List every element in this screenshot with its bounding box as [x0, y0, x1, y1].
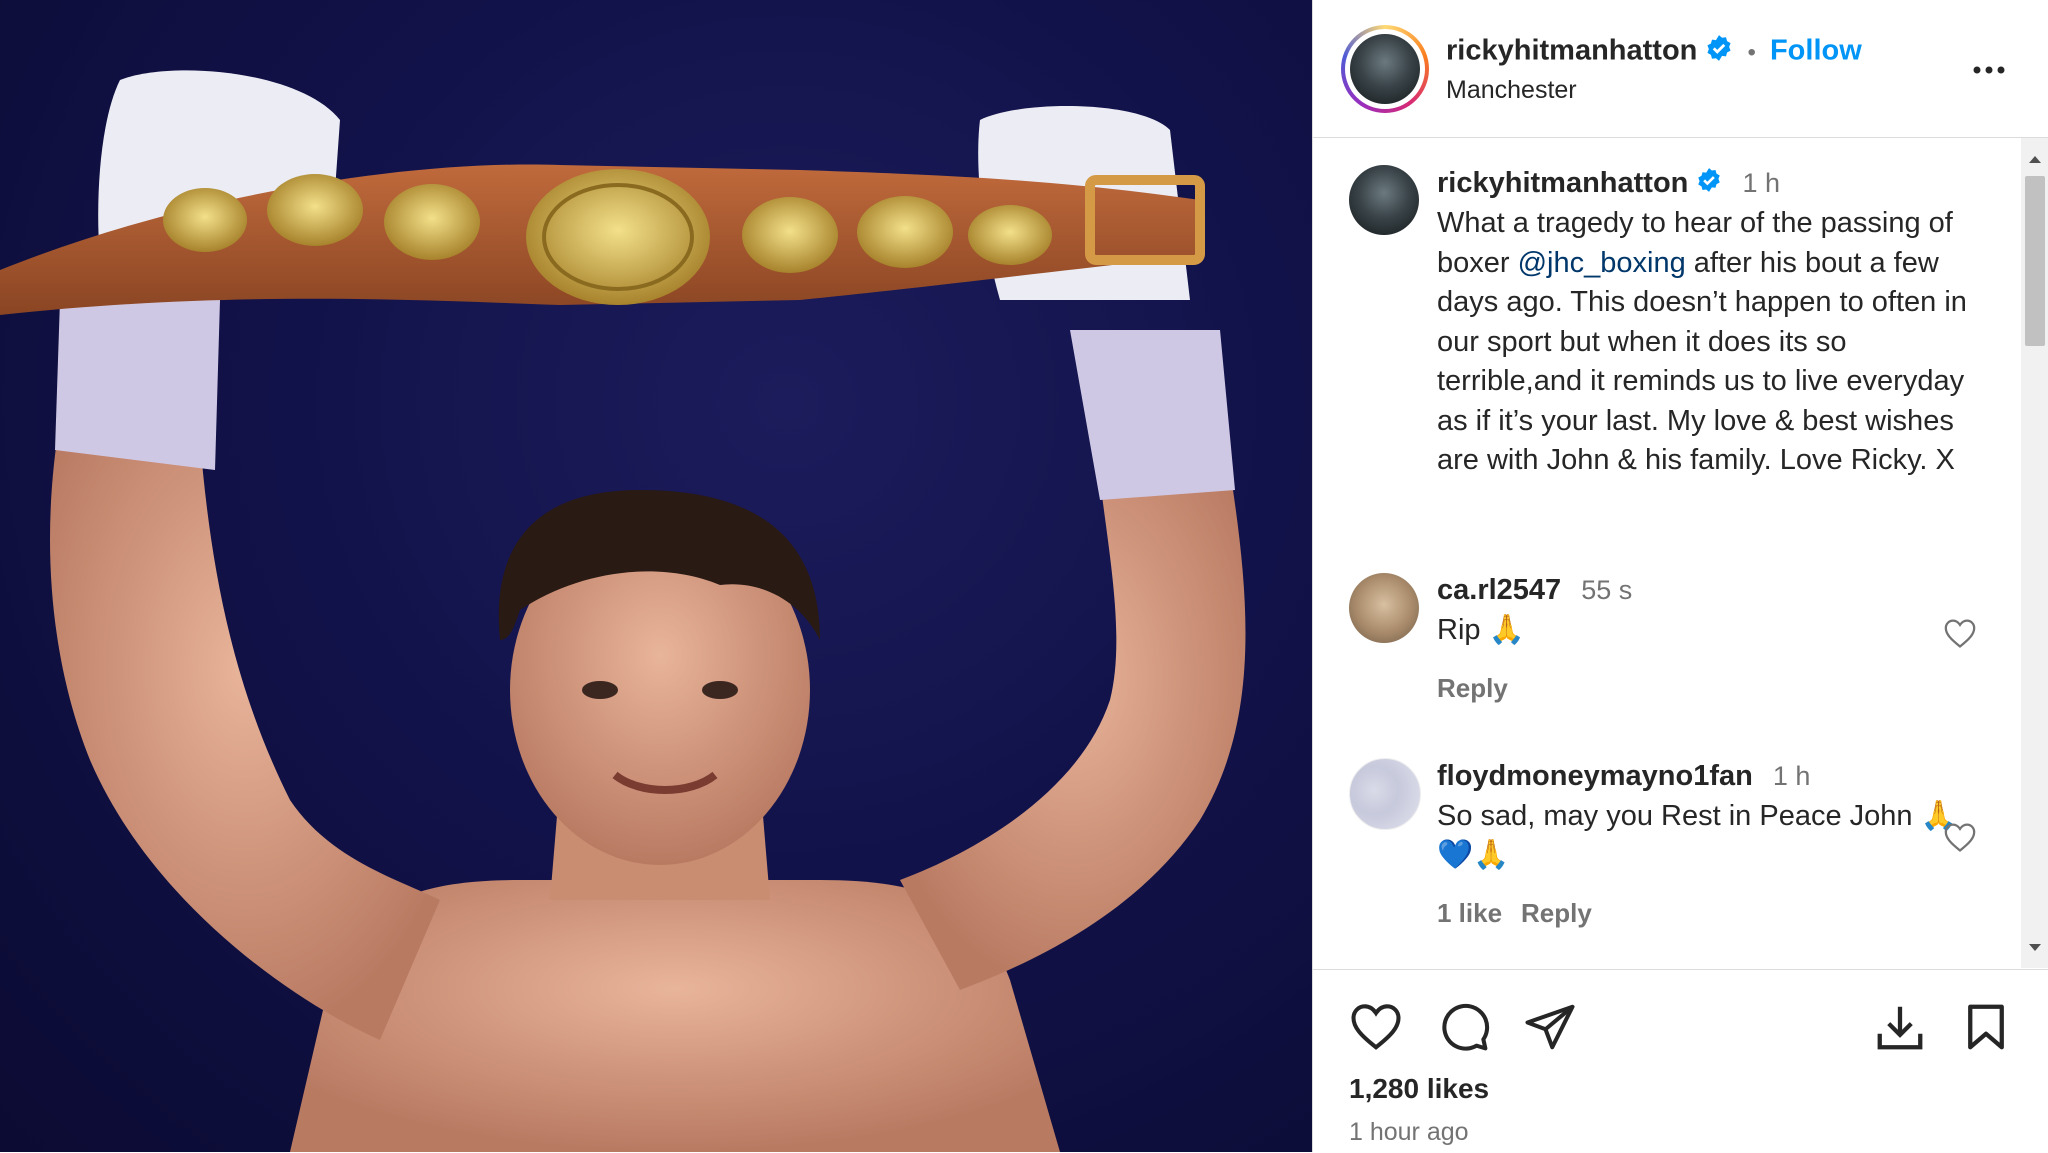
verified-badge-icon — [1705, 34, 1733, 70]
post-details-panel: rickyhitmanhatton • Follow Manchester ri… — [1312, 0, 2048, 1152]
comment-username[interactable]: floydmoneymayno1fan — [1437, 760, 1753, 792]
comment-item: ca.rl2547 55 s Rip 🙏 — [1437, 571, 1957, 650]
send-icon[interactable] — [1523, 1000, 1577, 1054]
post-timestamp: 1 hour ago — [1349, 1118, 1469, 1146]
bookmark-icon[interactable] — [1959, 1000, 2013, 1054]
follow-button[interactable]: Follow — [1770, 35, 1862, 67]
post-location[interactable]: Manchester — [1446, 76, 1577, 105]
post-header: rickyhitmanhatton • Follow Manchester — [1313, 0, 2048, 138]
caption-text-end: after his bout a few days ago. This does… — [1437, 246, 1967, 477]
caption-time: 1 h — [1742, 168, 1781, 198]
reply-button[interactable]: Reply — [1437, 673, 1508, 704]
caption-avatar[interactable] — [1349, 165, 1419, 235]
comment-like-heart-icon[interactable] — [1943, 821, 1977, 853]
separator-dot: • — [1747, 38, 1756, 66]
likes-count[interactable]: 1,280 likes — [1349, 1073, 1489, 1105]
comment-text: So sad, may you Rest in Peace John 🙏💙🙏 — [1437, 799, 1957, 872]
caption-username[interactable]: rickyhitmanhatton — [1437, 167, 1688, 199]
boxer-photo — [0, 70, 1246, 1152]
comment-item: floydmoneymayno1fan 1 h So sad, may you … — [1437, 757, 1957, 876]
comment-avatar[interactable] — [1349, 758, 1421, 830]
author-username[interactable]: rickyhitmanhatton — [1446, 35, 1697, 67]
comment-username[interactable]: ca.rl2547 — [1437, 574, 1561, 606]
scroll-thumb[interactable] — [2025, 176, 2045, 346]
comment-like-heart-icon[interactable] — [1943, 617, 1977, 649]
comment-text: Rip 🙏 — [1437, 613, 1525, 646]
more-options-icon[interactable] — [1969, 50, 2009, 90]
download-icon[interactable] — [1873, 1000, 1927, 1054]
comment-time: 55 s — [1581, 575, 1633, 605]
scroll-down-arrow-icon[interactable] — [2029, 944, 2041, 951]
post-image[interactable] — [0, 0, 1312, 1152]
caption-mention-link[interactable]: @jhc_boxing — [1518, 247, 1686, 279]
comments-scrollbar[interactable] — [2021, 138, 2048, 968]
comment-time: 1 h — [1772, 761, 1811, 791]
comment-icon[interactable] — [1437, 1000, 1491, 1054]
comments-list[interactable]: rickyhitmanhatton 1 h What a tragedy to … — [1313, 138, 2023, 968]
reply-button[interactable]: Reply — [1521, 898, 1592, 929]
caption-text-block: rickyhitmanhatton 1 h What a tragedy to … — [1437, 164, 1997, 481]
heart-icon[interactable] — [1349, 1000, 1403, 1054]
scroll-up-arrow-icon[interactable] — [2029, 156, 2041, 163]
comment-likes-count[interactable]: 1 like — [1437, 898, 1502, 929]
author-avatar[interactable] — [1341, 25, 1429, 113]
verified-badge-icon — [1696, 165, 1722, 205]
comment-avatar[interactable] — [1349, 573, 1419, 643]
header-user-line: rickyhitmanhatton • Follow — [1446, 34, 1862, 70]
